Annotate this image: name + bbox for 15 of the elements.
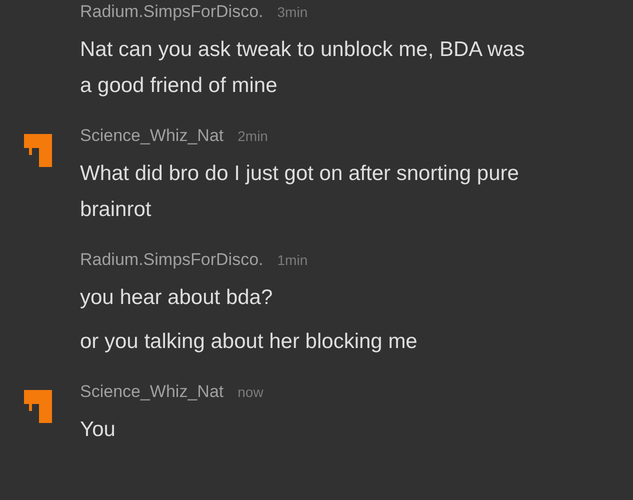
username[interactable]: Radium.SimpsForDisco.: [80, 250, 264, 270]
avatar-icon[interactable]: [24, 390, 52, 423]
avatar-icon[interactable]: [24, 134, 52, 167]
timestamp: 1min: [277, 252, 308, 268]
timestamp: now: [238, 384, 264, 400]
username[interactable]: Science_Whiz_Nat: [80, 382, 224, 402]
timestamp: 3min: [277, 4, 308, 20]
message-text: you hear about bda?: [80, 285, 274, 311]
message-text: Nat can you ask tweak to unblock me, BDA was a good friend of mine: [80, 37, 526, 99]
message-text: or you talking about her blocking me: [80, 329, 418, 355]
username[interactable]: Science_Whiz_Nat: [80, 126, 224, 146]
username[interactable]: Radium.SimpsForDisco.: [80, 2, 264, 22]
message-text: What did bro do I just got on after snorting pure brainrot: [80, 161, 520, 223]
message-text: You: [80, 417, 116, 443]
timestamp: 2min: [238, 128, 268, 144]
